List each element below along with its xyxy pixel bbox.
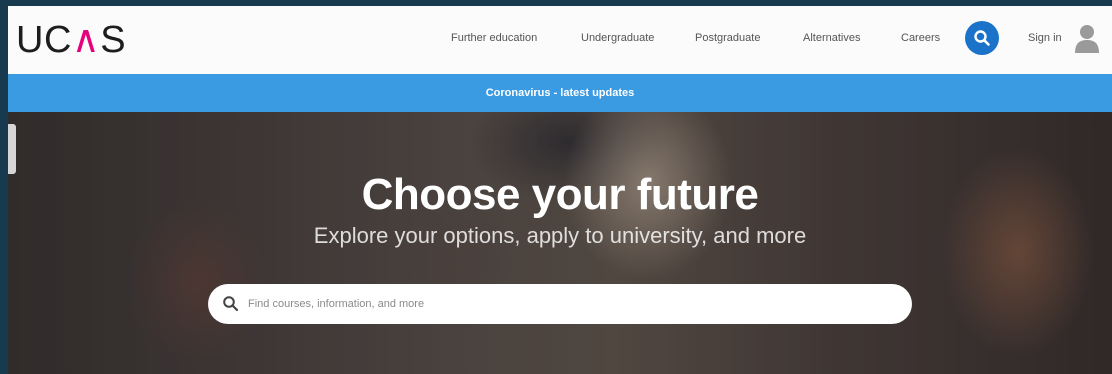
search-input[interactable] xyxy=(248,284,888,324)
nav-careers[interactable]: Careers xyxy=(901,28,940,48)
site-header: UC∧S Further education Undergraduate Pos… xyxy=(8,6,1112,74)
ucas-logo[interactable]: UC∧S xyxy=(16,18,126,62)
user-icon[interactable] xyxy=(1074,23,1100,53)
sign-in-link[interactable]: Sign in xyxy=(1028,28,1062,48)
nav-postgraduate[interactable]: Postgraduate xyxy=(695,28,760,48)
browser-viewport: UC∧S Further education Undergraduate Pos… xyxy=(8,6,1112,374)
feedback-side-tab[interactable] xyxy=(8,124,16,174)
nav-undergraduate[interactable]: Undergraduate xyxy=(581,28,654,48)
search-icon xyxy=(974,30,990,46)
search-icon xyxy=(223,296,239,312)
nav-further-education[interactable]: Further education xyxy=(451,28,537,48)
site-search-box[interactable] xyxy=(208,284,912,324)
alert-banner: Coronavirus - latest updates xyxy=(8,74,1112,112)
coronavirus-updates-link[interactable]: Coronavirus - latest updates xyxy=(8,74,1112,112)
hero-section: Choose your future Explore your options,… xyxy=(8,112,1112,374)
hero-subtitle: Explore your options, apply to universit… xyxy=(313,223,807,248)
search-button[interactable] xyxy=(965,21,999,55)
hero-title: Choose your future xyxy=(361,170,759,219)
nav-alternatives[interactable]: Alternatives xyxy=(803,28,860,48)
